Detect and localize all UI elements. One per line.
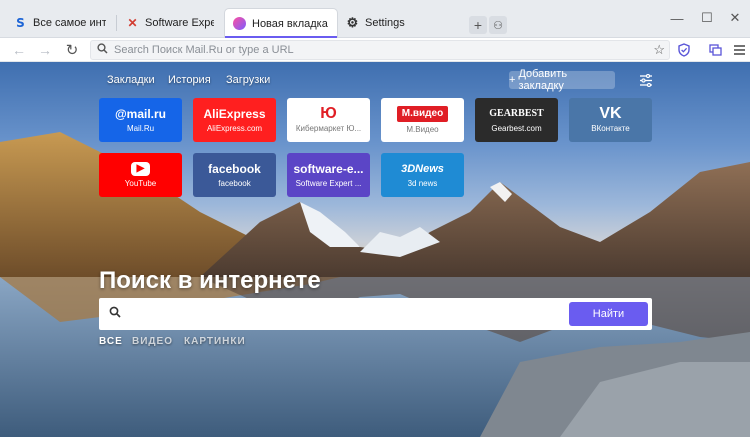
tile-caption: AliExpress.com bbox=[206, 124, 263, 133]
speed-dial-aliexpress[interactable]: AliExpress AliExpress.com bbox=[193, 98, 276, 142]
tile-caption: YouTube bbox=[124, 179, 157, 188]
search-input[interactable] bbox=[129, 304, 559, 324]
add-bookmark-label: Добавить закладку bbox=[518, 68, 568, 92]
tile-caption: facebook bbox=[218, 179, 251, 188]
tab-label: Settings bbox=[365, 17, 405, 29]
software-expert-icon: ✕ bbox=[127, 16, 138, 30]
category-all[interactable]: ВСЕ bbox=[99, 336, 123, 347]
tile-logo: facebook bbox=[208, 162, 261, 176]
tile-logo: ▶ bbox=[130, 162, 151, 176]
speed-dial-facebook[interactable]: facebook facebook bbox=[193, 153, 276, 197]
tab-new-tab[interactable]: Новая вкладка bbox=[224, 8, 338, 38]
new-tab-page: Закладки История Загрузки + Добавить зак… bbox=[0, 62, 750, 437]
maximize-button[interactable]: ☐ bbox=[696, 8, 718, 28]
tile-logo: GEARBEST bbox=[489, 108, 544, 119]
reload-button[interactable]: ↻ bbox=[63, 41, 81, 59]
tab-software-expert[interactable]: ✕ Software Expert -- Всё bbox=[118, 8, 222, 38]
add-bookmark-button[interactable]: + Добавить закладку bbox=[509, 68, 615, 92]
tab-strip: S Все самое интересное ✕ Software Expert… bbox=[0, 0, 750, 38]
tile-caption: М.Видео bbox=[406, 125, 439, 134]
incognito-button[interactable]: ⚇ bbox=[489, 16, 507, 34]
speed-dial-mvideo[interactable]: М.видео М.Видео bbox=[381, 98, 464, 142]
tab-mailru[interactable]: S Все самое интересное bbox=[6, 8, 114, 38]
tile-caption: Gearbest.com bbox=[491, 124, 542, 133]
close-button[interactable]: ✕ bbox=[724, 8, 746, 28]
bookmarks-link[interactable]: Закладки bbox=[107, 74, 155, 86]
tile-caption: 3d news bbox=[407, 179, 438, 188]
customize-icon[interactable] bbox=[637, 71, 655, 89]
tile-logo: VK bbox=[599, 105, 622, 122]
forward-button[interactable]: → bbox=[36, 41, 54, 59]
shield-icon[interactable] bbox=[676, 42, 692, 58]
category-video[interactable]: ВИДЕО bbox=[132, 336, 173, 347]
mailru-s-icon: S bbox=[16, 16, 25, 30]
search-icon bbox=[97, 43, 108, 57]
tile-logo: 3DNews bbox=[401, 163, 444, 175]
tab-label: Новая вкладка bbox=[252, 17, 328, 30]
new-tab-icon bbox=[233, 17, 246, 30]
search-button[interactable]: Найти bbox=[569, 302, 648, 326]
toolbar: ← → ↻ ☆ bbox=[0, 38, 750, 62]
back-button[interactable]: ← bbox=[10, 41, 28, 59]
gear-icon: ⚙ bbox=[346, 15, 359, 30]
speed-dial-mailru[interactable]: @mail.ru Mail.Ru bbox=[99, 98, 182, 142]
speed-dial-youtube[interactable]: ▶ YouTube bbox=[99, 153, 182, 197]
tab-label: Все самое интересное bbox=[33, 17, 106, 29]
url-input[interactable] bbox=[114, 44, 634, 56]
tile-caption: Mail.Ru bbox=[126, 124, 155, 133]
search-heading: Поиск в интернете bbox=[99, 267, 321, 294]
new-tab-button[interactable]: + bbox=[469, 16, 487, 34]
downloads-link[interactable]: Загрузки bbox=[226, 74, 270, 86]
speed-dial-vkontakte[interactable]: VK ВКонтакте bbox=[569, 98, 652, 142]
tile-logo: М.видео bbox=[396, 106, 449, 122]
menu-icon[interactable] bbox=[731, 42, 747, 58]
minimize-button[interactable]: — bbox=[666, 8, 688, 28]
history-link[interactable]: История bbox=[168, 74, 211, 86]
windows-icon[interactable] bbox=[707, 42, 723, 58]
speed-dial-gearbest[interactable]: GEARBEST Gearbest.com bbox=[475, 98, 558, 142]
tile-caption: Software Expert ... bbox=[295, 179, 362, 188]
address-bar[interactable]: ☆ bbox=[90, 40, 670, 60]
speed-dial-cybermarket[interactable]: Ю Кибермаркет Ю... bbox=[287, 98, 370, 142]
tile-logo: software-e... bbox=[293, 162, 364, 176]
tile-caption: ВКонтакте bbox=[591, 124, 630, 133]
bookmark-star-icon[interactable]: ☆ bbox=[653, 42, 665, 58]
speed-dial-software-expert[interactable]: software-e... Software Expert ... bbox=[287, 153, 370, 197]
tile-logo: Ю bbox=[320, 105, 337, 122]
tile-logo: @mail.ru bbox=[114, 107, 167, 121]
search-icon bbox=[109, 306, 121, 321]
plus-icon: + bbox=[509, 74, 516, 86]
tile-logo: AliExpress bbox=[203, 107, 266, 121]
tile-caption: Кибермаркет Ю... bbox=[295, 124, 362, 133]
tab-label: Software Expert -- Всё bbox=[145, 17, 214, 29]
tab-settings[interactable]: ⚙ Settings bbox=[338, 8, 444, 38]
category-images[interactable]: КАРТИНКИ bbox=[184, 336, 246, 347]
speed-dial-3dnews[interactable]: 3DNews 3d news bbox=[381, 153, 464, 197]
tab-divider bbox=[116, 15, 117, 31]
